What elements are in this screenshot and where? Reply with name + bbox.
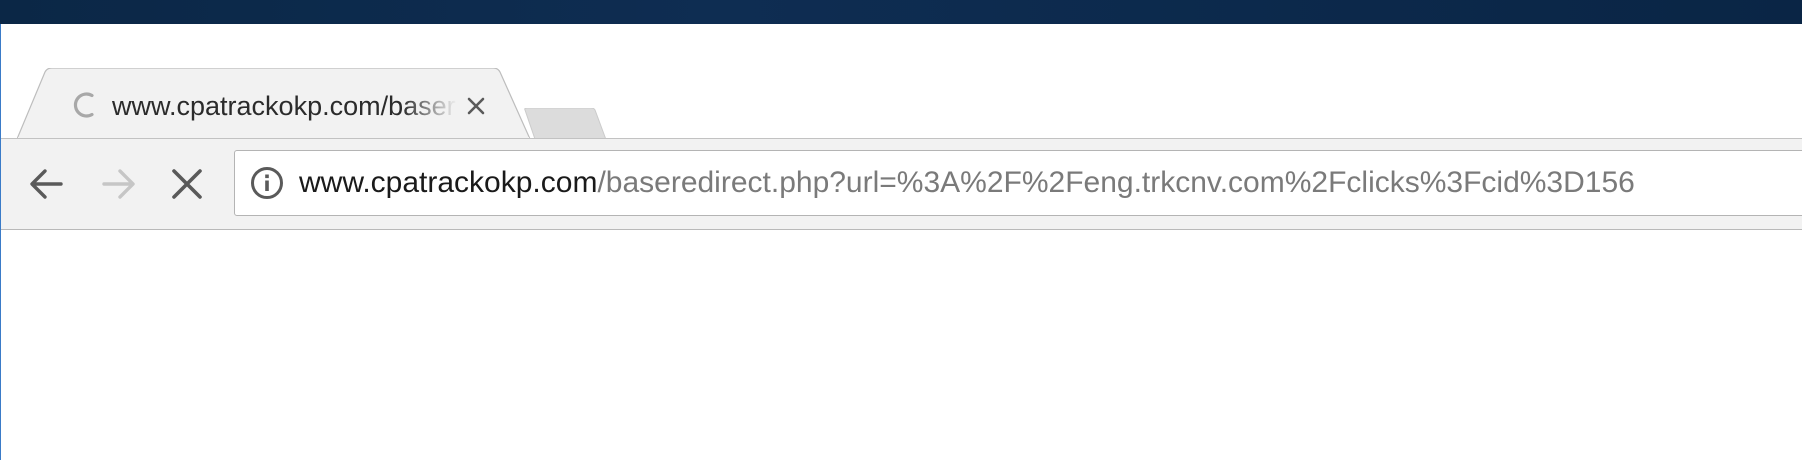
url-path: /baseredirect.php?url=%3A%2F%2Feng.trkcn…: [597, 166, 1635, 199]
address-bar[interactable]: www.cpatrackokp.com/baseredirect.php?url…: [234, 150, 1802, 216]
tab-strip: www.cpatrackokp.com/baseredirect.php?url…: [1, 24, 1802, 148]
tab-title: www.cpatrackokp.com/baseredirect.php?url…: [112, 91, 457, 121]
desktop-background: [0, 0, 1802, 25]
browser-window: www.cpatrackokp.com/baseredirect.php?url…: [0, 24, 1802, 460]
url-text[interactable]: www.cpatrackokp.com/baseredirect.php?url…: [299, 163, 1635, 203]
loading-spinner-icon: [73, 92, 94, 118]
url-host: www.cpatrackokp.com: [299, 166, 598, 199]
browser-toolbar: www.cpatrackokp.com/baseredirect.php?url…: [1, 138, 1802, 230]
back-arrow-icon[interactable]: [23, 160, 71, 208]
stop-icon[interactable]: [163, 160, 211, 208]
active-tab[interactable]: www.cpatrackokp.com/baseredirect.php?url…: [17, 68, 532, 139]
page-content: [1, 230, 1802, 460]
close-icon[interactable]: [463, 93, 489, 119]
forward-arrow-icon[interactable]: [94, 160, 142, 208]
info-icon[interactable]: [250, 166, 284, 200]
